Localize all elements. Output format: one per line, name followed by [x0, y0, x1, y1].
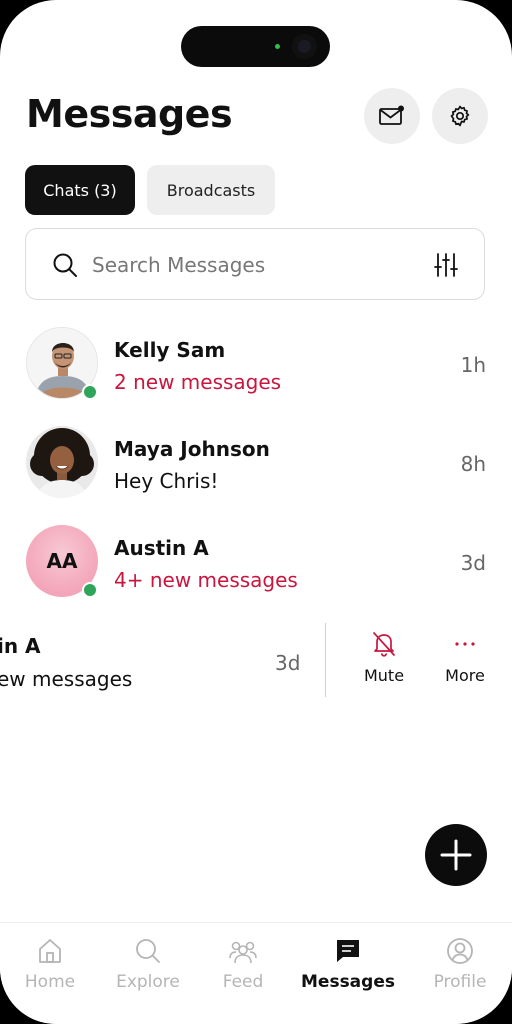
- camera-indicator-dot: [275, 44, 280, 49]
- gear-icon: [450, 105, 470, 127]
- nav-feed-label: Feed: [222, 972, 264, 992]
- search-placeholder: Search Messages: [92, 253, 266, 277]
- chat-preview: Hey Chris!: [114, 469, 219, 493]
- nav-explore[interactable]: Explore: [98, 936, 198, 996]
- search-input[interactable]: Search Messages: [25, 228, 485, 300]
- online-indicator: [82, 582, 98, 598]
- mute-label: Mute: [363, 666, 405, 685]
- chat-time: 1h: [460, 353, 486, 377]
- action-divider: [325, 623, 326, 697]
- sliders-icon[interactable]: [434, 252, 458, 278]
- bell-off-icon: [373, 632, 395, 657]
- nav-messages-label: Messages: [301, 972, 395, 992]
- nav-home[interactable]: Home: [0, 936, 100, 996]
- swiped-chat-row[interactable]: in A ew messages 3d Mute More: [0, 618, 512, 702]
- people-icon: [229, 941, 257, 964]
- chat-time: 3d: [460, 551, 486, 575]
- search-icon: [53, 253, 77, 277]
- new-message-fab[interactable]: [425, 824, 487, 886]
- nav-explore-label: Explore: [116, 972, 180, 992]
- page-title: Messages: [26, 92, 233, 136]
- plus-icon: [440, 839, 472, 871]
- nav-messages[interactable]: Messages: [298, 936, 398, 996]
- nav-home-label: Home: [24, 972, 76, 992]
- nav-profile[interactable]: Profile: [410, 936, 510, 996]
- tab-chats[interactable]: Chats (3): [25, 165, 135, 215]
- tab-broadcasts[interactable]: Broadcasts: [147, 165, 275, 215]
- chat-preview: ew messages: [0, 667, 133, 691]
- avatar: [26, 426, 98, 498]
- phone-screen: Messages Chats (3) Broadcasts Search Mes…: [0, 0, 512, 1024]
- chat-name: Austin A: [114, 536, 209, 560]
- chat-row-austin-a[interactable]: AA Austin A 4+ new messages 3d: [0, 516, 512, 606]
- bottom-nav: Home Explore Feed Messages Profile: [0, 922, 512, 1024]
- chat-row-kelly-sam[interactable]: Kelly Sam 2 new messages 1h: [0, 318, 512, 408]
- mute-button[interactable]: Mute: [344, 630, 424, 690]
- more-label: More: [445, 666, 485, 685]
- chat-preview: 2 new messages: [114, 370, 282, 394]
- dynamic-island: [181, 26, 330, 67]
- chat-preview: 4+ new messages: [114, 568, 298, 592]
- nav-feed[interactable]: Feed: [193, 936, 293, 996]
- new-mail-button[interactable]: [364, 88, 420, 144]
- mail-with-dot-icon: [379, 105, 404, 125]
- more-button[interactable]: More: [425, 630, 505, 690]
- settings-button[interactable]: [432, 88, 488, 144]
- ellipsis-icon: [455, 642, 475, 646]
- chat-bubble-icon: [337, 940, 359, 962]
- chat-row-maya-johnson[interactable]: Maya Johnson Hey Chris! 8h: [0, 417, 512, 507]
- chat-name: in A: [0, 634, 41, 658]
- nav-profile-label: Profile: [433, 972, 487, 992]
- user-circle-icon: [447, 938, 473, 964]
- search-icon: [136, 939, 160, 963]
- front-camera: [292, 34, 317, 59]
- chat-time: 3d: [275, 651, 301, 675]
- online-indicator: [82, 384, 98, 400]
- chat-name: Kelly Sam: [114, 338, 226, 362]
- chat-name: Maya Johnson: [114, 437, 270, 461]
- home-icon: [39, 939, 61, 963]
- avatar-photo-woman: [26, 426, 98, 498]
- chat-time: 8h: [460, 452, 486, 476]
